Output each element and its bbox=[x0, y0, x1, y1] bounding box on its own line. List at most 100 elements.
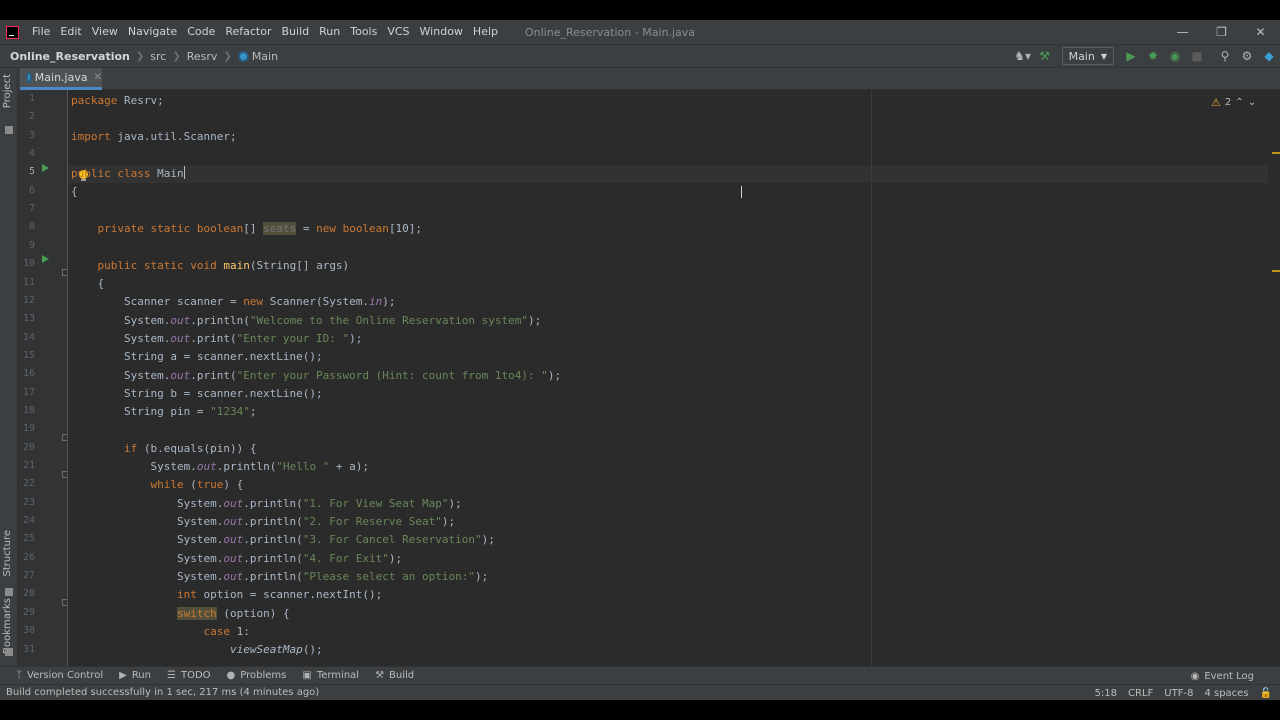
event-log-button[interactable]: ◉ Event Log bbox=[1191, 667, 1254, 685]
code-line: System.out.println("3. For Cancel Reserv… bbox=[71, 533, 495, 546]
caret-position[interactable]: 5:18 bbox=[1095, 688, 1117, 699]
menu-file[interactable]: File bbox=[27, 20, 55, 44]
structure-tool-button[interactable]: Structure bbox=[2, 530, 13, 577]
breadcrumb-package[interactable]: Resrv bbox=[187, 50, 218, 63]
run-tool-button[interactable]: ▶ Run bbox=[119, 670, 151, 681]
code-line: while (true) { bbox=[150, 478, 244, 491]
bookmarks-tool-button[interactable]: Bookmarks bbox=[2, 598, 13, 654]
run-gutter-icon[interactable] bbox=[42, 255, 49, 263]
code-line: System.out.println("Hello " + a); bbox=[71, 460, 370, 473]
editor-scrollbar[interactable] bbox=[1268, 90, 1280, 666]
class-icon bbox=[237, 50, 249, 62]
menu-navigate[interactable]: Navigate bbox=[123, 20, 182, 44]
restore-icon[interactable]: ❐ bbox=[1202, 20, 1241, 44]
mouse-ibeam-cursor bbox=[741, 186, 743, 198]
code-line: case 1: bbox=[203, 625, 250, 638]
line-number: 17 bbox=[22, 386, 35, 398]
tab-main-java[interactable]: Main.java ✕ bbox=[20, 68, 102, 90]
breadcrumb-class[interactable]: Main bbox=[252, 50, 278, 63]
breadcrumb-src[interactable]: src bbox=[150, 50, 166, 63]
navbar-tools: ♞▾ ⚒ Main ▼ ▶ ✸ ◉ ■ ⚲ ⚙ ◆ bbox=[1012, 45, 1280, 67]
stop-icon[interactable]: ■ bbox=[1186, 45, 1208, 67]
plugin-icon[interactable]: ◆ bbox=[1258, 45, 1280, 67]
list-icon: ☰ bbox=[167, 670, 176, 681]
menu-window[interactable]: Window bbox=[415, 20, 468, 44]
build-hammer-icon: ⚒ bbox=[375, 670, 385, 681]
status-message[interactable]: Build completed successfully in 1 sec, 2… bbox=[6, 687, 319, 698]
tab-label: Main.java bbox=[34, 71, 88, 84]
left-tool-strip: Project Structure Bookmarks bbox=[0, 68, 18, 666]
menu-run[interactable]: Run bbox=[314, 20, 345, 44]
search-icon[interactable]: ⚲ bbox=[1214, 45, 1236, 67]
version-control-label: Version Control bbox=[27, 670, 104, 681]
menu-tools[interactable]: Tools bbox=[345, 20, 382, 44]
code-editor[interactable]: package Resrv; import java.util.Scanner;… bbox=[68, 90, 1268, 666]
menu-code[interactable]: Code bbox=[182, 20, 220, 44]
line-number: 26 bbox=[22, 551, 35, 563]
caret-row-highlight bbox=[68, 165, 1268, 183]
todo-button[interactable]: ☰ TODO bbox=[167, 670, 211, 681]
lock-icon[interactable]: 🔓 bbox=[1260, 688, 1272, 699]
menu-build[interactable]: Build bbox=[277, 20, 315, 44]
next-highlight-icon[interactable]: ⌄ bbox=[1248, 97, 1256, 108]
project-tool-button[interactable]: Project bbox=[2, 74, 13, 108]
previous-highlight-icon[interactable]: ⌃ bbox=[1235, 97, 1243, 108]
settings-gear-icon[interactable]: ⚙ bbox=[1236, 45, 1258, 67]
breadcrumb-project[interactable]: Online_Reservation bbox=[10, 50, 130, 63]
status-bar: Build completed successfully in 1 sec, 2… bbox=[0, 684, 1280, 700]
inspection-widget[interactable]: ⚠ 2 ⌃ ⌄ bbox=[1211, 96, 1256, 109]
line-number: 24 bbox=[22, 515, 35, 527]
warning-icon: ⚠ bbox=[1210, 96, 1221, 109]
todo-label: TODO bbox=[180, 670, 211, 681]
chevron-down-icon: ▼ bbox=[1100, 51, 1107, 61]
minimize-icon[interactable]: — bbox=[1163, 20, 1202, 44]
line-number: 12 bbox=[22, 294, 35, 306]
code-line: String b = scanner.nextLine(); bbox=[71, 387, 323, 400]
line-number: 9 bbox=[28, 239, 35, 251]
warning-marker[interactable] bbox=[1272, 270, 1280, 272]
debug-icon[interactable]: ✸ bbox=[1142, 45, 1164, 67]
menu-refactor[interactable]: Refactor bbox=[220, 20, 276, 44]
line-number: 23 bbox=[22, 496, 35, 508]
window-controls: — ❐ ✕ bbox=[1163, 20, 1280, 44]
run-gutter-icon[interactable] bbox=[42, 164, 49, 172]
line-number: 28 bbox=[22, 588, 35, 600]
code-line: public static void main(String[] args) bbox=[97, 259, 350, 272]
line-separator[interactable]: CRLF bbox=[1128, 688, 1153, 699]
run-configuration-select[interactable]: Main ▼ bbox=[1061, 47, 1114, 65]
warning-marker[interactable] bbox=[1272, 152, 1280, 154]
line-number: 27 bbox=[22, 570, 35, 582]
menu-help[interactable]: Help bbox=[468, 20, 503, 44]
coverage-icon[interactable]: ◉ bbox=[1164, 45, 1186, 67]
run-icon[interactable]: ▶ bbox=[1120, 45, 1142, 67]
code-line: System.out.println("2. For Reserve Seat"… bbox=[71, 515, 456, 528]
menu-vcs[interactable]: VCS bbox=[382, 20, 414, 44]
build-hammer-icon[interactable]: ⚒ bbox=[1034, 45, 1056, 67]
status-widgets: 5:18 CRLF UTF-8 4 spaces 🔓 bbox=[1095, 685, 1272, 701]
menu-view[interactable]: View bbox=[87, 20, 123, 44]
chevron-right-icon: ❯ bbox=[223, 50, 232, 62]
user-account-icon[interactable]: ♞▾ bbox=[1012, 45, 1034, 67]
menu-edit[interactable]: Edit bbox=[55, 20, 86, 44]
terminal-button[interactable]: ▣ Terminal bbox=[302, 670, 359, 681]
version-control-button[interactable]: ᛉ Version Control bbox=[16, 670, 103, 681]
run-icon: ▶ bbox=[119, 670, 127, 681]
line-number: 16 bbox=[22, 368, 35, 380]
run-label: Run bbox=[131, 670, 151, 681]
event-log-icon: ◉ bbox=[1190, 670, 1200, 682]
indent-setting[interactable]: 4 spaces bbox=[1204, 688, 1248, 699]
line-number-gutter[interactable]: 1 2 3 4 5 6 7 8 9 10 11 12 13 14 15 16 17 18 19 20 21 22 23 24 2… bbox=[18, 90, 68, 666]
code-line: { bbox=[71, 277, 105, 290]
ide-window: File Edit View Navigate Code Refactor Bu… bbox=[0, 20, 1280, 700]
line-number: 18 bbox=[22, 404, 35, 416]
class-icon bbox=[26, 72, 32, 83]
close-tab-icon[interactable]: ✕ bbox=[94, 72, 102, 83]
window-title: Online_Reservation - Main.java bbox=[525, 25, 696, 39]
file-encoding[interactable]: UTF-8 bbox=[1164, 688, 1193, 699]
problems-button[interactable]: ● Problems bbox=[227, 670, 287, 681]
code-line: String pin = "1234"; bbox=[71, 405, 257, 418]
close-window-icon[interactable]: ✕ bbox=[1241, 20, 1280, 44]
build-tool-button[interactable]: ⚒ Build bbox=[375, 670, 414, 681]
menu-bar: File Edit View Navigate Code Refactor Bu… bbox=[0, 20, 1280, 44]
terminal-label: Terminal bbox=[316, 670, 360, 681]
